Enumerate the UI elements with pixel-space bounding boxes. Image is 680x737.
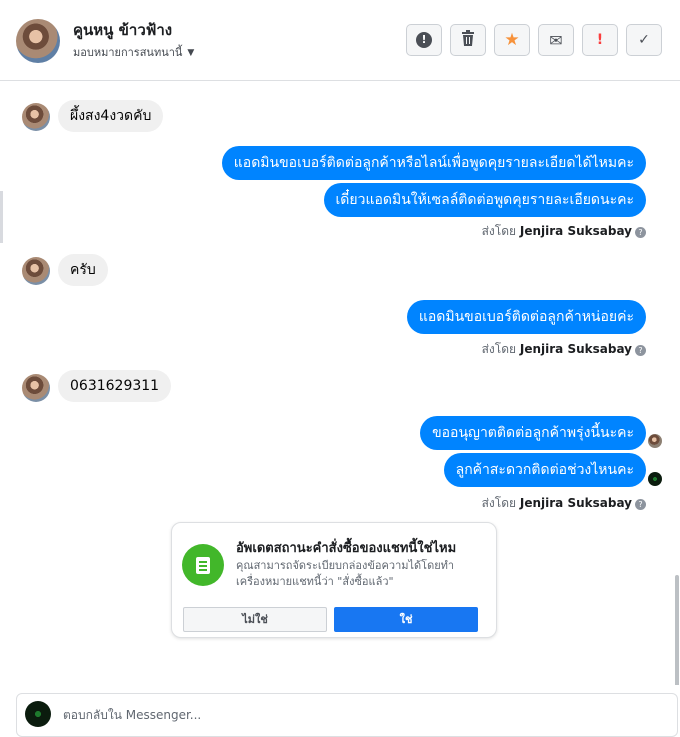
help-icon[interactable]: ? [635, 499, 646, 510]
left-scroll-indicator [0, 191, 3, 243]
alert-circle-icon: ! [416, 32, 432, 48]
contact-name[interactable]: คูนหนู ข้าวฟ้าง [73, 18, 172, 42]
envelope-icon: ✉ [549, 30, 563, 50]
reply-input[interactable] [61, 704, 625, 726]
sent-by-label: ส่งโดย Jenjira Suksabay? [482, 222, 646, 241]
incoming-message: ผึ้งสง4งวดคับ [58, 100, 164, 132]
card-description: คุณสามารถจัดระเบียบกล่องข้อความได้โดยทำเ… [236, 559, 455, 588]
spam-icon: ! [596, 32, 604, 48]
order-receipt-icon [182, 544, 224, 586]
truncated-message-edge: ʻ ʻ [619, 81, 630, 87]
envelope-button[interactable]: ✉ [538, 24, 574, 56]
alert-circle-button[interactable]: ! [406, 24, 442, 56]
agent-name: Jenjira Suksabay [519, 496, 632, 510]
outgoing-message: ขออนุญาตติดต่อลูกค้าพรุ่งนี้นะคะ [420, 416, 646, 450]
trash-icon [461, 30, 475, 50]
card-title: อัพเดตสถานะคำสั่งซื้อของแชทนี้ใช่ไหม [236, 541, 457, 556]
yes-button[interactable]: ใช่ [334, 607, 478, 632]
contact-avatar-small [22, 374, 50, 402]
help-icon[interactable]: ? [635, 345, 646, 356]
spam-button[interactable]: ! [582, 24, 618, 56]
incoming-message: 0631629311 [58, 370, 172, 402]
help-icon[interactable]: ? [635, 227, 646, 238]
star-button[interactable]: ★ [494, 24, 530, 56]
agent-name: Jenjira Suksabay [519, 342, 632, 356]
sent-by-label: ส่งโดย Jenjira Suksabay? [482, 494, 646, 513]
no-button[interactable]: ไม่ใช่ [183, 607, 327, 632]
outgoing-message: แอดมินขอเบอร์ติดต่อลูกค้าหรือไลน์เพื่อพู… [221, 146, 646, 180]
conversation-header: คูนหนู ข้าวฟ้าง มอบหมายการสนทนานี้ ▼ ! ★ … [0, 0, 680, 81]
reply-composer [16, 693, 678, 737]
assign-conversation-dropdown[interactable]: มอบหมายการสนทนานี้ ▼ [73, 43, 194, 61]
check-icon: ✓ [638, 32, 650, 48]
outgoing-message: ลูกค้าสะดวกติดต่อช่วงไหนคะ [443, 453, 646, 487]
trash-button[interactable] [450, 24, 486, 56]
outgoing-message: แอดมินขอเบอร์ติดต่อลูกค้าหน่อยค่ะ [406, 300, 646, 334]
sent-by-label: ส่งโดย Jenjira Suksabay? [482, 340, 646, 359]
seen-avatar [648, 472, 662, 486]
seen-avatar [648, 434, 662, 448]
star-icon: ★ [504, 30, 520, 50]
conversation-toolbar: ! ★ ✉ ! ✓ [406, 24, 662, 56]
page-avatar [25, 701, 51, 727]
caret-down-icon: ▼ [187, 48, 195, 58]
assign-label: มอบหมายการสนทนานี้ [73, 46, 183, 59]
order-status-card: อัพเดตสถานะคำสั่งซื้อของแชทนี้ใช่ไหม คุณ… [171, 522, 497, 638]
outgoing-message: เดี๋ยวแอดมินให้เซลล์ติดต่อพูดคุยรายละเอี… [323, 183, 646, 217]
mark-done-button[interactable]: ✓ [626, 24, 662, 56]
contact-avatar[interactable] [16, 19, 60, 63]
thread-scrollbar[interactable] [675, 575, 679, 685]
contact-avatar-small [22, 103, 50, 131]
agent-name: Jenjira Suksabay [519, 224, 632, 238]
contact-avatar-small [22, 257, 50, 285]
incoming-message: ครับ [58, 254, 108, 286]
